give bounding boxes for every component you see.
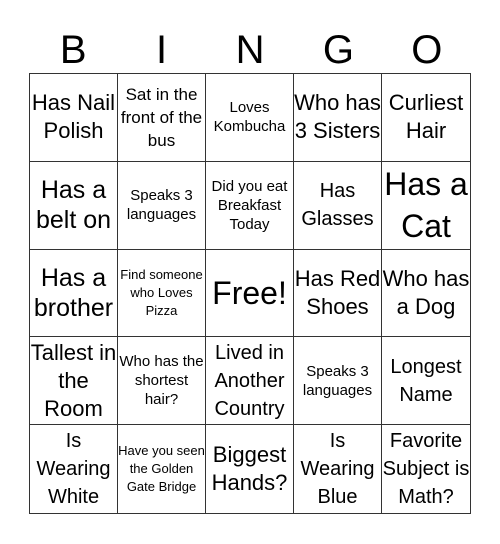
bingo-cell-text: Who has a Dog <box>382 265 470 319</box>
bingo-cell-text: Has Glasses <box>301 180 374 231</box>
bingo-cell[interactable]: Did you eat Breakfast Today <box>206 161 294 250</box>
header-letter-g: G <box>322 28 354 72</box>
bingo-cell[interactable]: Loves Kombucha <box>206 74 294 162</box>
bingo-cell[interactable]: Biggest Hands? <box>206 425 294 513</box>
bingo-header: B I N G O <box>29 26 471 74</box>
bingo-cell[interactable]: Is Wearing White <box>30 425 118 513</box>
bingo-cell-text: Has Red Shoes <box>294 265 381 319</box>
header-letter-o: O <box>411 28 443 72</box>
bingo-cell-text: Has a Cat <box>384 166 468 245</box>
bingo-cell-text: Free! <box>212 274 287 311</box>
bingo-cell[interactable]: Has a belt on <box>30 161 118 250</box>
bingo-cell-text: Speaks 3 languages <box>302 362 373 399</box>
header-letter-n: N <box>235 28 265 72</box>
bingo-cell-text: Is Wearing Blue <box>300 430 375 509</box>
bingo-cell-text: Biggest Hands? <box>211 442 288 496</box>
bingo-cell-text: Loves Kombucha <box>213 99 286 136</box>
bingo-cell[interactable]: Speaks 3 languages <box>118 161 206 250</box>
bingo-cell[interactable]: Who has 3 Sisters <box>294 74 382 162</box>
bingo-cell[interactable]: Who has a Dog <box>382 250 470 338</box>
bingo-cell-text: Who has 3 Sisters <box>294 90 381 144</box>
header-letter-b: B <box>59 28 87 72</box>
bingo-cell-text: Has a belt on <box>35 176 112 235</box>
bingo-cell-text: Did you eat Breakfast Today <box>211 177 288 233</box>
bingo-cell-text: Who has the shortest hair? <box>119 353 204 409</box>
bingo-cell-text: Curliest Hair <box>388 90 464 144</box>
bingo-cell[interactable]: Has a Cat <box>382 162 470 250</box>
bingo-cell[interactable]: Has Glasses <box>294 161 382 250</box>
bingo-cell-text: Has Nail Polish <box>31 90 116 144</box>
bingo-cell-text: Have you seen the Golden Gate Bridge <box>118 443 205 495</box>
bingo-cell[interactable]: Longest Name <box>382 337 470 426</box>
bingo-cell[interactable]: Has a brother <box>30 249 118 338</box>
bingo-cell-text: Speaks 3 languages <box>126 187 197 224</box>
bingo-cell[interactable]: Find someone who Loves Pizza <box>118 249 206 338</box>
bingo-cell[interactable]: Has Nail Polish <box>30 74 118 162</box>
bingo-cell[interactable]: Is Wearing Blue <box>294 425 382 513</box>
bingo-cell[interactable]: Who has the shortest hair? <box>118 337 206 426</box>
bingo-cell[interactable]: Lived in Another Country <box>206 337 294 426</box>
bingo-cell-text: Favorite Subject is Math? <box>382 430 470 509</box>
bingo-card-grid: Has Nail Polish Sat in the front of the b… <box>29 73 471 514</box>
bingo-cell[interactable]: Speaks 3 languages <box>294 337 382 426</box>
bingo-cell-text: Lived in Another Country <box>214 341 285 420</box>
bingo-cell[interactable]: Sat in the front of the bus <box>118 74 206 162</box>
bingo-cell-text: Tallest in the Room <box>30 339 117 421</box>
bingo-cell[interactable]: Has Red Shoes <box>294 249 382 338</box>
bingo-cell-text: Is Wearing White <box>36 430 111 509</box>
bingo-cell-text: Find someone who Loves Pizza <box>120 266 203 318</box>
bingo-cell-free[interactable]: Free! <box>206 249 294 338</box>
bingo-cell[interactable]: Have you seen the Golden Gate Bridge <box>118 425 206 513</box>
bingo-cell-text: Longest Name <box>390 355 462 406</box>
header-letter-i: I <box>156 28 168 72</box>
bingo-cell-text: Has a brother <box>33 263 114 322</box>
bingo-cell-text: Sat in the front of the bus <box>120 84 203 150</box>
bingo-cell[interactable]: Curliest Hair <box>382 74 470 162</box>
bingo-cell[interactable]: Tallest in the Room <box>30 337 118 426</box>
bingo-cell[interactable]: Favorite Subject is Math? <box>382 425 470 513</box>
